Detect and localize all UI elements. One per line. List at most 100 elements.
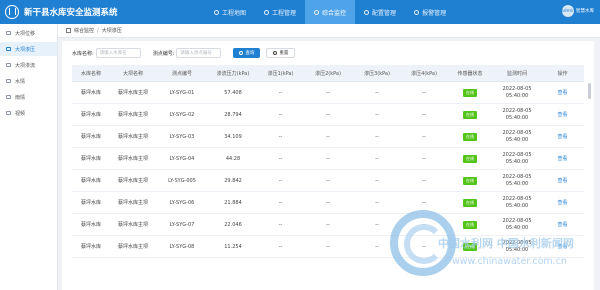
cell-pressure: 44.28	[225, 155, 241, 162]
monitor-date: 2022-08-05	[502, 217, 532, 224]
cell-dam: 蔡坪水库主坝	[117, 200, 148, 206]
cell-dam: 蔡坪水库主坝	[117, 134, 148, 140]
monitor-time: 05:40:00	[505, 246, 529, 253]
breadcrumb: 综合监控 / 大坝渗压	[58, 24, 600, 38]
cell-status: 在线	[447, 220, 493, 229]
status-badge: 在线	[463, 242, 477, 251]
cell-time: 2022-08-05 05:40:00	[493, 196, 541, 210]
cell-dam: 蔡坪水库主坝	[117, 90, 148, 96]
table-row: 蔡坪水库 蔡坪水库主坝 LY-SYG-01 57.408 -- -- -- -- 在线 2022-…	[72, 82, 584, 104]
cell-p3: --	[375, 133, 379, 140]
cell-dam: 蔡坪水库主坝	[117, 156, 148, 162]
cell-reservoir: 蔡坪水库	[80, 112, 101, 118]
cell-p3: --	[375, 221, 379, 228]
cell-code: LY-SYG-005	[168, 177, 196, 184]
user-menu[interactable]: admin 智慧水库	[561, 5, 594, 17]
refresh-icon	[273, 51, 278, 55]
cell-p1: --	[278, 199, 283, 206]
view-link[interactable]: 查看	[541, 155, 584, 162]
cell-p4: --	[422, 89, 426, 96]
cell-p2: --	[326, 221, 330, 228]
sidebar-item-label: 雨情	[15, 94, 26, 101]
cell-p3: --	[375, 199, 379, 206]
monitor-time: 05:40:00	[505, 224, 529, 231]
cell-code: LY-SYG-02	[169, 111, 195, 118]
header-cell: 渗流压力(kPa)	[216, 70, 250, 77]
cell-p3: --	[375, 177, 379, 184]
nav-item-alarm[interactable]: 报警管理	[405, 0, 455, 24]
header-cell: 渗压4(kPa)	[411, 70, 437, 77]
monitor-date: 2022-08-05	[502, 107, 532, 114]
query-label: 查询	[245, 51, 255, 56]
reset-label: 重置	[279, 51, 289, 56]
seepage-pressure-icon	[6, 47, 11, 51]
status-badge: 在线	[463, 88, 477, 97]
cell-pressure: 28.794	[224, 111, 242, 118]
sidebar-item-label: 水情	[15, 78, 26, 85]
cell-p2: --	[326, 155, 330, 162]
cell-reservoir: 蔡坪水库	[80, 178, 101, 184]
view-link[interactable]: 查看	[541, 177, 584, 184]
reservoir-label: 水库名称:	[72, 50, 94, 57]
nav-item-project[interactable]: 工程管理	[255, 0, 305, 24]
sidebar-item-label: 视频	[15, 110, 26, 117]
cell-p4: --	[422, 155, 426, 162]
header-cell: 渗压1(kPa)	[267, 70, 294, 77]
sidebar-item-water[interactable]: 水情	[0, 74, 57, 88]
cell-p1: --	[278, 221, 283, 228]
nav-item-map[interactable]: 工程地图	[205, 0, 255, 24]
cell-p1: --	[278, 177, 283, 184]
cell-p1: --	[278, 89, 283, 96]
cell-p3: --	[375, 243, 379, 250]
header-cell: 渗压2(kPa)	[315, 70, 341, 77]
monitor-date: 2022-08-05	[502, 151, 532, 158]
cell-p1: --	[278, 155, 283, 162]
header-cell: 操作	[557, 70, 568, 77]
nav-item-monitor[interactable]: 综合监控	[305, 0, 356, 24]
monitor-time: 05:40:00	[505, 158, 529, 165]
cell-p2: --	[326, 243, 330, 250]
cell-p2: --	[326, 199, 330, 206]
project-icon	[264, 9, 270, 15]
sidebar: 大坝位移 大坝渗压 大坝渗流 水情 雨情 视频	[0, 24, 58, 290]
nav-item-config[interactable]: 配置管理	[355, 0, 405, 24]
water-icon	[6, 79, 11, 83]
cell-p3: --	[375, 89, 379, 96]
top-bar: 新干县水库安全监测系统 工程地图 工程管理 综合监控 配置管理 报警管理 adm…	[0, 0, 600, 24]
sidebar-item-video[interactable]: 视频	[0, 106, 57, 120]
cell-p4: --	[422, 133, 426, 140]
header-cell: 监测时间	[506, 70, 527, 77]
station-input[interactable]	[176, 48, 222, 58]
seepage-flow-icon	[6, 63, 11, 67]
nav-label: 工程管理	[272, 9, 297, 17]
reset-button[interactable]: 重置	[266, 48, 296, 58]
sidebar-item-seepage-flow[interactable]: 大坝渗流	[0, 58, 57, 72]
scrollbar[interactable]	[588, 83, 591, 99]
cell-status: 在线	[447, 132, 493, 141]
cell-p1: --	[278, 133, 283, 140]
monitor-date: 2022-08-05	[502, 195, 532, 202]
sidebar-item-seepage-pressure[interactable]: 大坝渗压	[0, 42, 57, 56]
view-link[interactable]: 查看	[541, 111, 584, 118]
view-link[interactable]: 查看	[541, 89, 584, 96]
query-button[interactable]: 查询	[233, 48, 261, 58]
sidebar-item-label: 大坝位移	[15, 30, 36, 37]
cell-dam: 蔡坪水库主坝	[117, 178, 148, 184]
view-link[interactable]: 查看	[541, 221, 584, 228]
table-body: 蔡坪水库 蔡坪水库主坝 LY-SYG-01 57.408 -- -- -- -- 在线 2022-…	[72, 82, 584, 258]
breadcrumb-parent[interactable]: 综合监控	[74, 27, 94, 34]
view-link[interactable]: 查看	[541, 199, 584, 206]
monitor-time: 05:40:00	[505, 136, 529, 143]
reservoir-input[interactable]	[95, 48, 141, 58]
status-badge: 在线	[463, 132, 477, 141]
video-icon	[6, 111, 11, 115]
sidebar-item-displacement[interactable]: 大坝位移	[0, 26, 57, 40]
monitor-date: 2022-08-05	[502, 173, 532, 180]
station-label: 测点编号:	[152, 50, 175, 57]
cell-code: LY-SYG-04	[169, 155, 195, 162]
cell-p2: --	[326, 133, 330, 140]
table-row: 蔡坪水库 蔡坪水库主坝 LY-SYG-04 44.28 -- -- -- -- 在线 2022-0…	[72, 148, 584, 170]
sidebar-item-rain[interactable]: 雨情	[0, 90, 57, 104]
view-link[interactable]: 查看	[541, 243, 584, 250]
view-link[interactable]: 查看	[541, 133, 584, 140]
